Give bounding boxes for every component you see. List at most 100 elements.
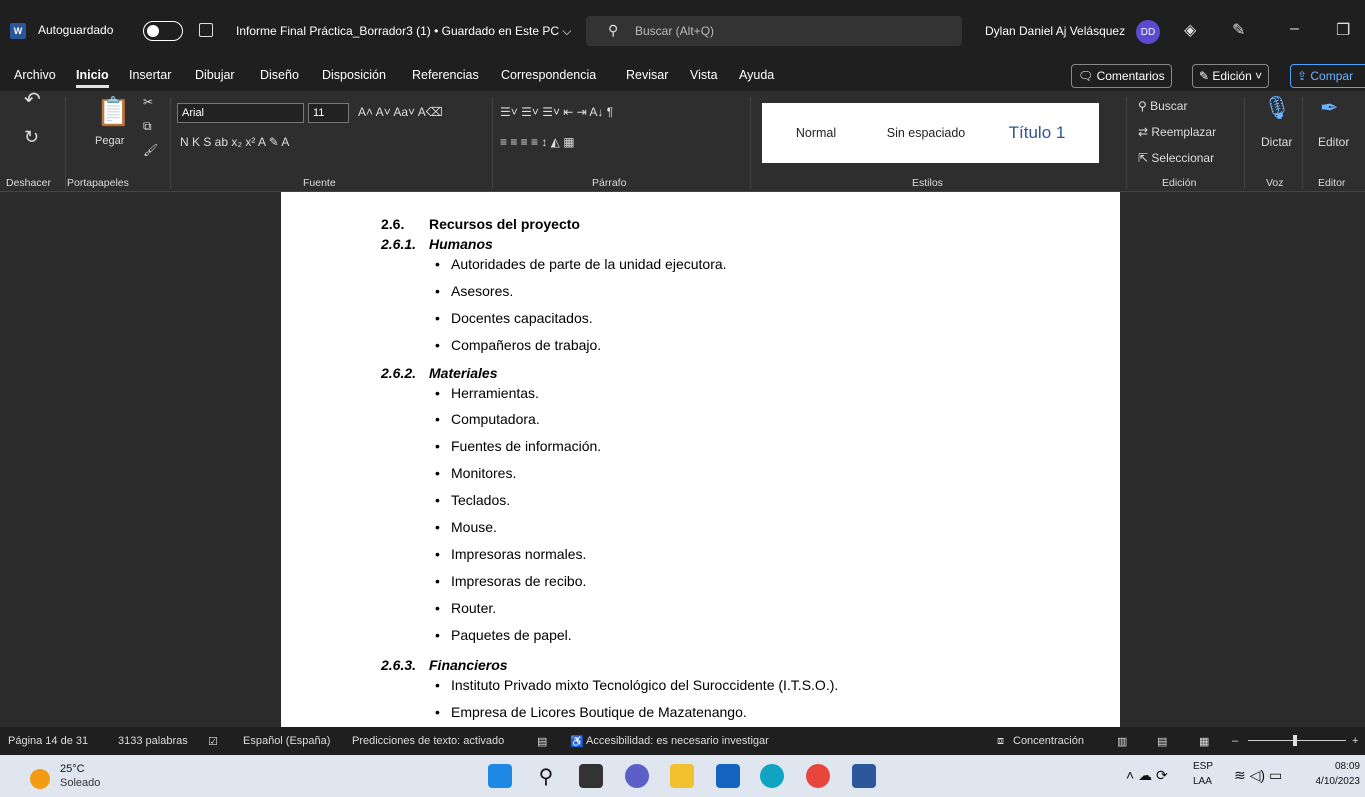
divider xyxy=(1244,97,1245,189)
windows-start-icon[interactable] xyxy=(488,764,512,788)
tab-insertar[interactable]: Insertar xyxy=(129,68,171,82)
editor-label[interactable]: Editor xyxy=(1318,135,1349,149)
language-status[interactable]: Español (España) xyxy=(243,735,330,747)
font-formatting-icons[interactable]: N K S ab x₂ x² A ✎ A xyxy=(180,135,289,149)
proofing-icon[interactable]: ☑ xyxy=(208,735,218,748)
user-name[interactable]: Dylan Daniel Aj Velásquez xyxy=(985,24,1125,38)
styles-gallery: Normal Sin espaciado Título 1 xyxy=(762,103,1099,163)
list-item: Computadora. xyxy=(435,411,540,427)
sun-icon[interactable] xyxy=(30,769,50,789)
group-clipboard-label: Portapapeles xyxy=(67,177,129,189)
document-page[interactable]: 2.6. Recursos del proyecto 2.6.1. Humano… xyxy=(281,192,1120,727)
clock-time[interactable]: 08:09 xyxy=(1300,761,1360,772)
tab-vista[interactable]: Vista xyxy=(690,68,718,82)
document-title[interactable]: Informe Final Práctica_Borrador3 (1) • G… xyxy=(236,24,571,39)
tray-icons[interactable]: ˄ ☁ ⟳ xyxy=(1126,767,1168,784)
editor-pen-icon[interactable]: ✒ xyxy=(1320,95,1338,121)
select-label: Seleccionar xyxy=(1151,151,1215,165)
cut-icon[interactable]: ✂ xyxy=(143,95,153,109)
style-normal[interactable]: Normal xyxy=(762,103,870,163)
paste-icon[interactable]: 📋 xyxy=(96,95,131,128)
clock-date[interactable]: 4/10/2023 xyxy=(1300,776,1361,787)
find-button[interactable]: ⚲ Buscar xyxy=(1138,99,1187,113)
list-item: Autoridades de parte de la unidad ejecut… xyxy=(435,256,727,272)
section-number: 2.6. xyxy=(381,216,405,232)
input-lang-2[interactable]: LAA xyxy=(1193,776,1212,787)
minimize-icon[interactable]: – xyxy=(1290,20,1299,38)
subsection-number: 2.6.2. xyxy=(381,365,417,381)
search-icon[interactable]: ⚲ xyxy=(534,764,558,788)
weather-temp[interactable]: 25°C xyxy=(60,763,85,775)
avatar[interactable]: DD xyxy=(1136,20,1160,44)
editing-mode-button[interactable]: ✎ Edición ˅ xyxy=(1192,64,1270,88)
format-painter-icon[interactable]: 🖌 xyxy=(143,143,158,157)
word-taskbar-icon[interactable] xyxy=(852,764,876,788)
read-mode-icon[interactable]: ▥ xyxy=(1117,735,1127,748)
list-item: Empresa de Licores Boutique de Mazatenan… xyxy=(435,704,747,720)
tab-diseno[interactable]: Diseño xyxy=(260,68,299,82)
weather-condition[interactable]: Soleado xyxy=(60,777,100,789)
restore-icon[interactable]: ❐ xyxy=(1336,20,1350,40)
diamond-icon[interactable]: ◈ xyxy=(1184,20,1196,40)
list-item: Compañeros de trabajo. xyxy=(435,337,601,353)
web-layout-icon[interactable]: ▦ xyxy=(1199,735,1209,748)
undo-icon[interactable]: ↶ xyxy=(24,87,41,112)
tab-disposicion[interactable]: Disposición xyxy=(322,68,386,82)
font-name-select[interactable]: Arial xyxy=(177,103,304,123)
editing-label: Edición xyxy=(1212,69,1252,83)
zoom-in-icon[interactable]: + xyxy=(1352,735,1358,747)
page-count[interactable]: Página 14 de 31 xyxy=(8,735,88,747)
comments-label: Comentarios xyxy=(1096,69,1165,83)
share-button[interactable]: ⇪ Compar xyxy=(1290,64,1365,88)
redo-icon[interactable]: ↻ xyxy=(24,127,39,148)
grow-font-icon[interactable]: A˄ A˅ Aa˅ A⌫ xyxy=(358,105,443,119)
save-icon[interactable] xyxy=(199,23,213,37)
divider xyxy=(1126,97,1127,189)
pen-icon[interactable]: ✎ xyxy=(1232,20,1245,40)
zoom-handle[interactable] xyxy=(1293,735,1297,746)
microphone-icon[interactable]: 🎙 xyxy=(1263,95,1291,121)
print-layout-icon[interactable]: ▤ xyxy=(1157,735,1167,748)
find-label: Buscar xyxy=(1150,99,1188,113)
select-button[interactable]: ⇱ Seleccionar xyxy=(1138,151,1214,165)
task-view-icon[interactable] xyxy=(579,764,603,788)
subsection-title: Humanos xyxy=(429,236,493,252)
accessibility-icon: ♿ xyxy=(570,736,584,748)
subsection-number: 2.6.1. xyxy=(381,236,417,252)
focus-mode[interactable]: Concentración xyxy=(1013,735,1084,747)
tab-ayuda[interactable]: Ayuda xyxy=(739,68,774,82)
text-predictions-status[interactable]: Predicciones de texto: activado xyxy=(352,735,504,747)
network-volume-battery-icons[interactable]: ≋ ◁) ▭ xyxy=(1234,767,1282,784)
style-heading1[interactable]: Título 1 xyxy=(982,103,1092,163)
tab-archivo[interactable]: Archivo xyxy=(14,68,56,82)
tab-inicio[interactable]: Inicio xyxy=(76,68,109,88)
subsection-title: Financieros xyxy=(429,657,508,673)
copy-icon[interactable]: ⧉ xyxy=(143,119,152,134)
autosave-toggle[interactable] xyxy=(143,21,183,41)
search-icon: ⚲ xyxy=(1138,99,1151,113)
edge-icon[interactable] xyxy=(760,764,784,788)
style-no-spacing[interactable]: Sin espaciado xyxy=(872,103,980,163)
tab-revisar[interactable]: Revisar xyxy=(626,68,668,82)
file-explorer-icon[interactable] xyxy=(670,764,694,788)
chat-icon[interactable] xyxy=(625,764,649,788)
font-size-select[interactable]: 11 xyxy=(308,103,349,123)
search-input[interactable]: ⚲ Buscar (Alt+Q) xyxy=(586,16,962,46)
tab-referencias[interactable]: Referencias xyxy=(412,68,479,82)
zoom-out-icon[interactable]: – xyxy=(1232,735,1238,747)
word-count[interactable]: 3133 palabras xyxy=(118,735,188,747)
align-icons[interactable]: ≡ ≡ ≡ ≡ ↕ ◭ ▦ xyxy=(500,135,575,149)
input-lang-1[interactable]: ESP xyxy=(1193,761,1213,772)
dictate-label[interactable]: Dictar xyxy=(1261,135,1292,149)
chrome-icon[interactable] xyxy=(806,764,830,788)
list-icons[interactable]: ☰˅ ☰˅ ☰˅ ⇤ ⇥ A↓ ¶ xyxy=(500,105,613,119)
list-item: Asesores. xyxy=(435,283,513,299)
accessibility-status[interactable]: Accesibilidad: es necesario investigar xyxy=(586,735,769,747)
comments-button[interactable]: 🗨 Comentarios xyxy=(1071,64,1172,88)
replace-button[interactable]: ⇄ Reemplazar xyxy=(1138,125,1216,139)
tab-dibujar[interactable]: Dibujar xyxy=(195,68,235,82)
zoom-slider[interactable] xyxy=(1248,740,1346,741)
mail-icon[interactable] xyxy=(716,764,740,788)
tab-correspondencia[interactable]: Correspondencia xyxy=(501,68,596,82)
paste-label[interactable]: Pegar xyxy=(95,135,124,147)
